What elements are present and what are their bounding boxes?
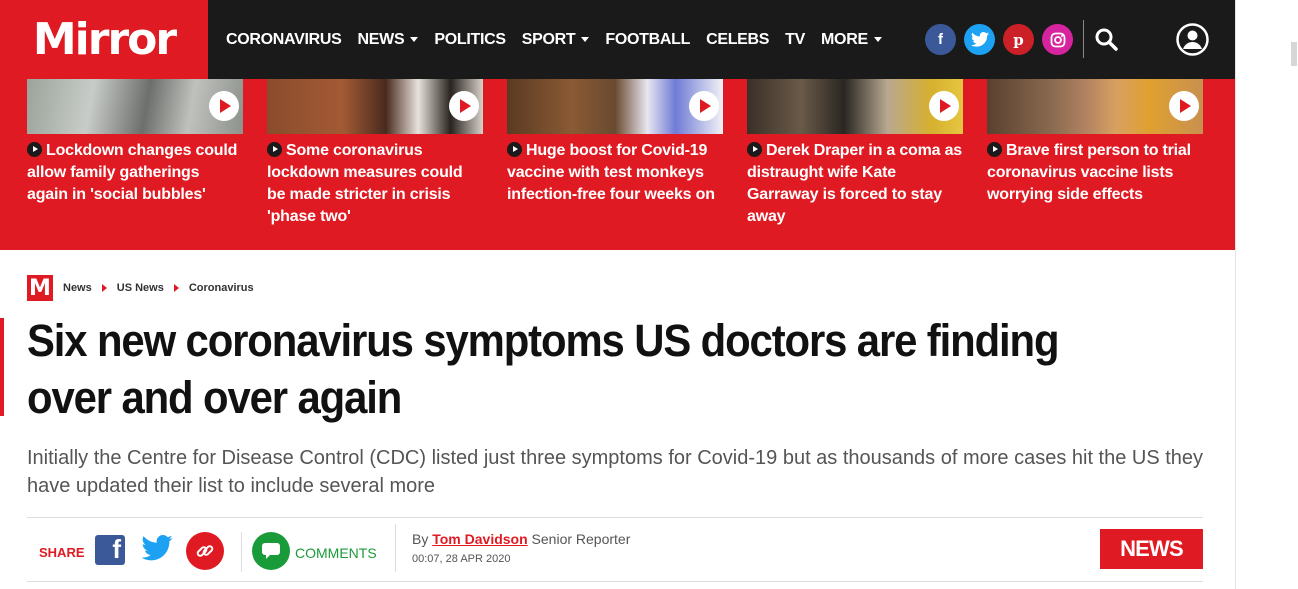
section-news-button[interactable]: NEWS bbox=[1100, 529, 1203, 569]
play-icon bbox=[929, 91, 959, 121]
play-bullet-icon bbox=[507, 142, 522, 157]
share-facebook-icon[interactable]: f bbox=[95, 534, 125, 565]
nav-item-football[interactable]: FOOTBALL bbox=[605, 31, 690, 49]
video-title: Huge boost for Covid-19 vaccine with tes… bbox=[507, 142, 715, 203]
play-icon bbox=[1169, 91, 1199, 121]
play-icon bbox=[209, 91, 239, 121]
video-thumbnail bbox=[747, 79, 963, 134]
nav-label: NEWS bbox=[357, 30, 405, 48]
nav-label: POLITICS bbox=[434, 30, 506, 48]
headline-accent-bar bbox=[0, 318, 4, 416]
breadcrumb: M News US News Coronavirus bbox=[27, 275, 254, 301]
nav-item-sport[interactable]: SPORT bbox=[522, 31, 590, 49]
twitter-icon[interactable] bbox=[964, 24, 995, 55]
video-thumbnail bbox=[27, 79, 243, 134]
divider bbox=[1083, 20, 1084, 58]
scrollbar-thumb[interactable] bbox=[1291, 42, 1297, 66]
account-icon[interactable] bbox=[1176, 23, 1209, 56]
instagram-icon[interactable] bbox=[1042, 24, 1073, 55]
video-card[interactable]: Derek Draper in a coma as distraught wif… bbox=[747, 79, 963, 228]
breadcrumb-item[interactable]: Coronavirus bbox=[189, 282, 254, 294]
video-title: Derek Draper in a coma as distraught wif… bbox=[747, 142, 962, 225]
nav-item-celebs[interactable]: CELEBS bbox=[706, 31, 769, 49]
play-bullet-icon bbox=[747, 142, 762, 157]
video-card[interactable]: Brave first person to trial coronavirus … bbox=[987, 79, 1203, 206]
video-thumbnail bbox=[267, 79, 483, 134]
divider bbox=[27, 581, 1203, 582]
top-navigation-bar: Mirror CORONAVIRUS NEWS POLITICS SPORT F… bbox=[0, 0, 1235, 79]
breadcrumb-item[interactable]: US News bbox=[117, 282, 179, 294]
pinterest-icon[interactable]: p bbox=[1003, 24, 1034, 55]
page-scrollbar[interactable] bbox=[1235, 0, 1298, 589]
nav-label: CELEBS bbox=[706, 30, 770, 48]
chevron-down-icon bbox=[873, 37, 882, 42]
nav-item-tv[interactable]: TV bbox=[785, 31, 805, 49]
page: Mirror CORONAVIRUS NEWS POLITICS SPORT F… bbox=[0, 0, 1298, 589]
video-card[interactable]: Lockdown changes could allow family gath… bbox=[27, 79, 243, 206]
divider bbox=[241, 532, 242, 572]
facebook-icon[interactable]: f bbox=[925, 24, 956, 55]
video-title: Brave first person to trial coronavirus … bbox=[987, 142, 1191, 203]
video-card[interactable]: Some coronavirus lockdown measures could… bbox=[267, 79, 483, 228]
nav-label: SPORT bbox=[521, 30, 576, 48]
author-role: Senior Reporter bbox=[531, 531, 631, 547]
video-thumbnail bbox=[987, 79, 1203, 134]
nav-item-news[interactable]: NEWS bbox=[358, 31, 419, 49]
nav-label: MORE bbox=[821, 30, 868, 48]
play-bullet-icon bbox=[27, 142, 42, 157]
copy-link-icon[interactable] bbox=[186, 532, 224, 570]
breadcrumb-item[interactable]: News bbox=[63, 282, 107, 294]
logo-text: Mirror bbox=[32, 14, 177, 65]
nav-item-coronavirus[interactable]: CORONAVIRUS bbox=[226, 31, 342, 49]
social-links: f p bbox=[925, 24, 1073, 55]
video-title: Some coronavirus lockdown measures could… bbox=[267, 142, 463, 225]
chevron-down-icon bbox=[410, 37, 419, 42]
chevron-down-icon bbox=[581, 37, 590, 42]
play-bullet-icon bbox=[987, 142, 1002, 157]
play-icon bbox=[689, 91, 719, 121]
publish-date: 00:07, 28 APR 2020 bbox=[412, 553, 511, 565]
nav-item-more[interactable]: MORE bbox=[821, 31, 882, 49]
main-nav: CORONAVIRUS NEWS POLITICS SPORT FOOTBALL… bbox=[226, 0, 882, 79]
video-title: Lockdown changes could allow family gath… bbox=[27, 142, 238, 203]
nav-label: FOOTBALL bbox=[605, 30, 691, 48]
by-label: By bbox=[412, 531, 429, 547]
divider bbox=[395, 524, 396, 572]
article-standfirst: Initially the Centre for Disease Control… bbox=[27, 447, 1204, 497]
page-title: Six new coronavirus symptoms US doctors … bbox=[27, 315, 1060, 423]
chevron-right-icon bbox=[101, 284, 107, 292]
search-icon[interactable] bbox=[1094, 27, 1120, 53]
nav-label: CORONAVIRUS bbox=[226, 30, 342, 48]
video-strip: Lockdown changes could allow family gath… bbox=[0, 79, 1235, 250]
byline: By Tom Davidson Senior Reporter bbox=[412, 531, 630, 547]
play-bullet-icon bbox=[267, 142, 282, 157]
chevron-right-icon bbox=[173, 284, 179, 292]
comments-icon[interactable] bbox=[252, 532, 290, 570]
divider bbox=[27, 517, 1203, 518]
mirror-logo[interactable]: Mirror bbox=[0, 0, 208, 79]
nav-item-politics[interactable]: POLITICS bbox=[434, 30, 506, 49]
video-thumbnail bbox=[507, 79, 723, 134]
author-link[interactable]: Tom Davidson bbox=[432, 531, 527, 547]
share-label: SHARE bbox=[39, 545, 85, 560]
play-icon bbox=[449, 91, 479, 121]
video-card[interactable]: Huge boost for Covid-19 vaccine with tes… bbox=[507, 79, 723, 206]
comments-link[interactable]: COMMENTS bbox=[295, 545, 377, 561]
nav-label: TV bbox=[785, 30, 806, 48]
mirror-m-logo[interactable]: M bbox=[27, 275, 53, 301]
share-twitter-icon[interactable] bbox=[141, 535, 173, 565]
